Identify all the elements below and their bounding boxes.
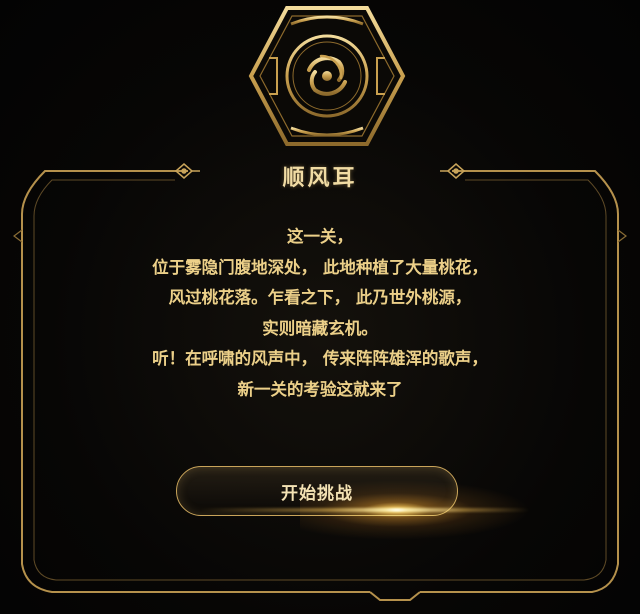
level-intro-panel: 顺风耳 这一关， 位于雾隐门腹地深处， 此地种植了大量桃花， 风过桃花落。乍看之… — [0, 0, 640, 614]
story-line: 实则暗藏玄机。 — [262, 318, 378, 338]
story-line: 听！在呼啸的风声中， 传来阵阵雄浑的歌声， — [152, 349, 488, 368]
wind-swirl-icon — [248, 6, 406, 146]
story-line: 这一关， — [287, 227, 353, 246]
story-line: 新一关的考验这就来了 — [237, 379, 403, 399]
start-challenge-label: 开始挑战 — [281, 483, 353, 504]
level-title: 顺风耳 — [282, 165, 358, 191]
story-text: 这一关， 位于雾隐门腹地深处， 此地种植了大量桃花， 风过桃花落。乍看之下， 此… — [60, 222, 580, 405]
start-challenge-button[interactable]: 开始挑战 — [176, 466, 458, 516]
story-line: 风过桃花落。乍看之下， 此乃世外桃源， — [168, 288, 472, 307]
story-line: 位于雾隐门腹地深处， 此地种植了大量桃花， — [152, 257, 488, 277]
